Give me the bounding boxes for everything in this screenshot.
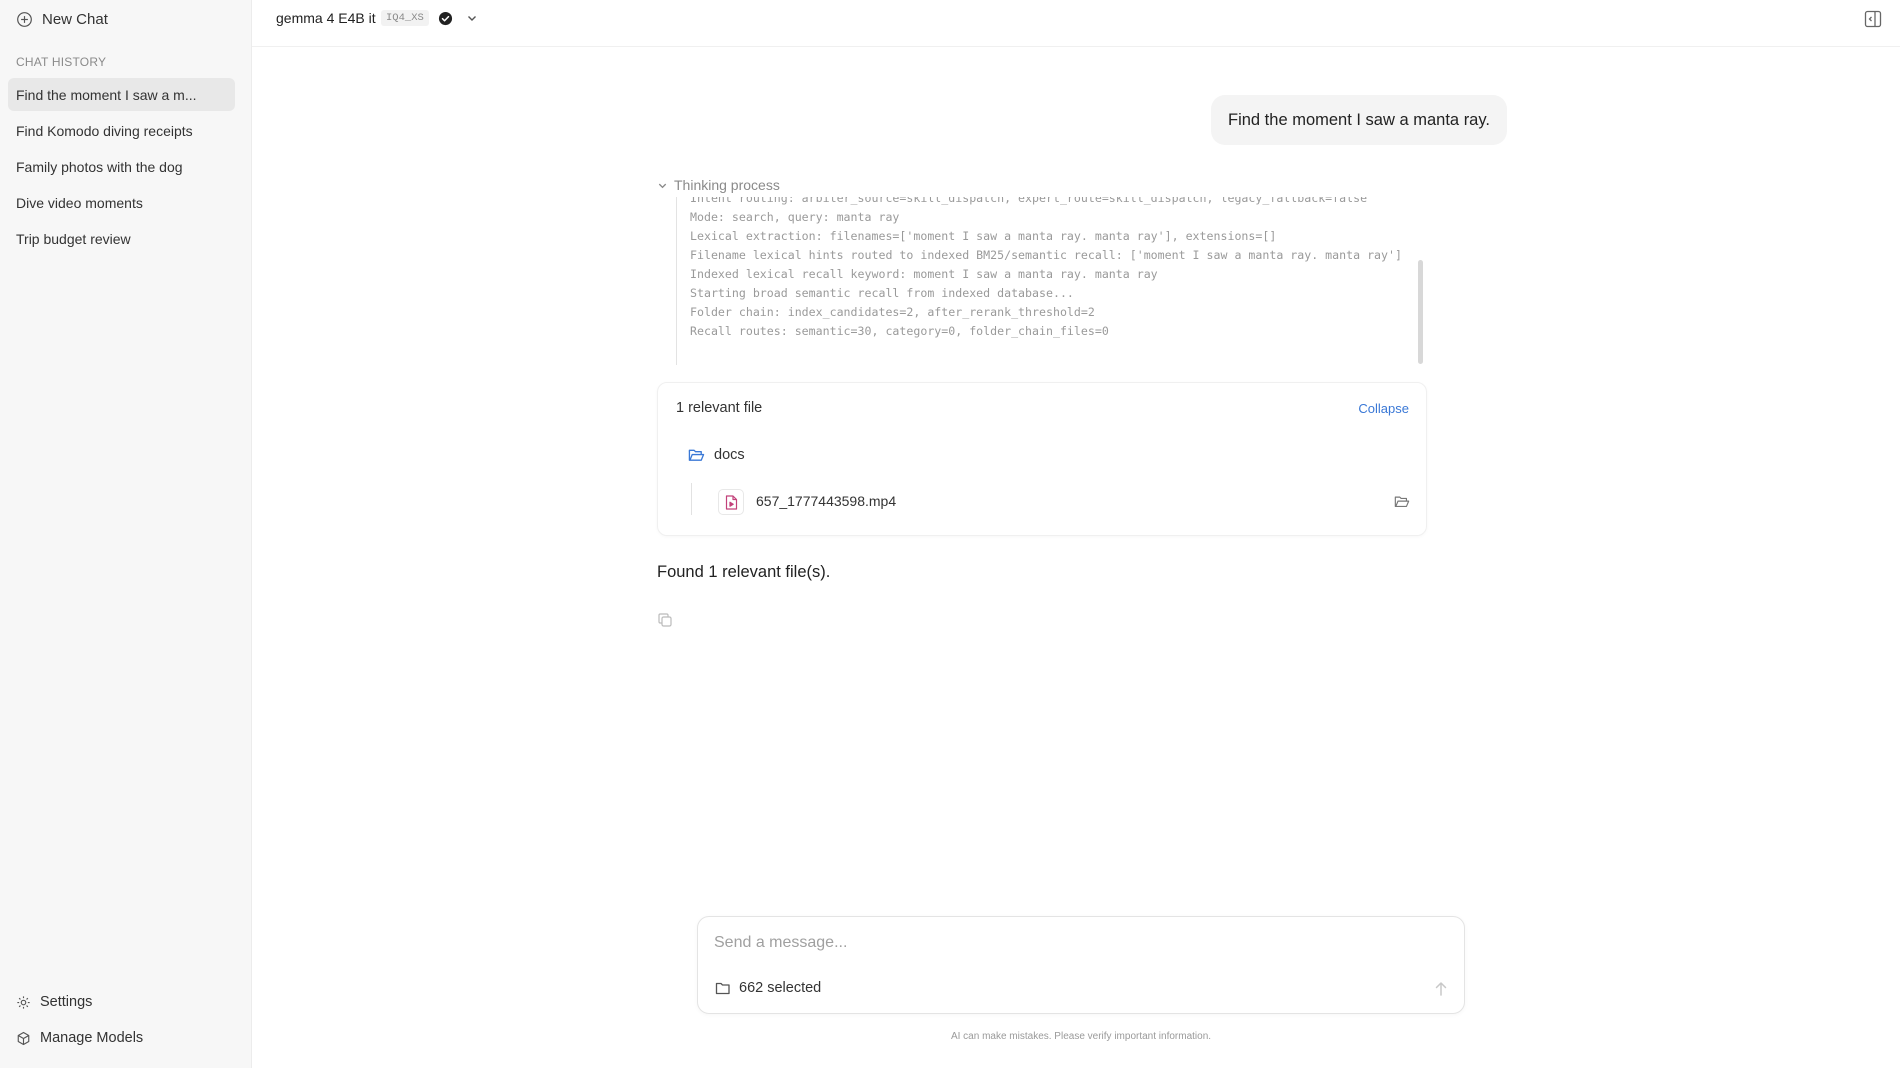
thinking-log-content: Intent routing: arbiter_source=skill_dis… [690, 197, 1410, 341]
sidebar-footer: Settings Manage Models [16, 991, 143, 1063]
chat-history-heading: CHAT HISTORY [16, 55, 107, 69]
chat-history-item-label: Find the moment I saw a m... [16, 86, 197, 103]
folder-item[interactable]: docs [688, 447, 745, 463]
thinking-log[interactable]: Intent routing: arbiter_source=skill_dis… [676, 197, 1424, 365]
chat-history-item-label: Dive video moments [16, 194, 143, 211]
tree-connector [691, 483, 692, 515]
log-line: Intent routing: arbiter_source=skill_dis… [690, 197, 1368, 205]
message-composer: 662 selected [697, 916, 1465, 1014]
log-line: Mode: search, query: manta ray [690, 210, 900, 224]
plus-circle-icon [17, 11, 32, 27]
cube-icon [17, 1031, 30, 1045]
chevron-down-icon[interactable] [466, 12, 478, 24]
send-arrow-icon[interactable] [1434, 981, 1448, 997]
folder-name: docs [714, 447, 745, 463]
copy-icon[interactable] [657, 612, 673, 628]
app-window: New Chat CHAT HISTORY Find the moment I … [0, 0, 1900, 1068]
thinking-log-scrollbar[interactable] [1418, 260, 1423, 364]
chevron-down-icon [658, 183, 667, 188]
file-item[interactable]: 657_1777443598.mp4 [718, 489, 1410, 515]
manage-models-button[interactable]: Manage Models [16, 1027, 143, 1049]
assistant-answer: Found 1 relevant file(s). [657, 563, 831, 581]
file-name: 657_1777443598.mp4 [756, 493, 897, 509]
model-quant-badge: IQ4_XS [381, 10, 429, 26]
collapse-button[interactable]: Collapse [1358, 401, 1409, 416]
chat-history-item[interactable]: Trip budget review [8, 222, 235, 255]
manage-models-label: Manage Models [40, 1030, 144, 1046]
log-line: Lexical extraction: filenames=['moment I… [690, 229, 1277, 243]
thinking-process-toggle[interactable]: Thinking process [657, 177, 780, 193]
chat-history-item-label: Family photos with the dog [16, 158, 183, 175]
verified-check-icon [438, 11, 453, 26]
sidebar-toggle-icon[interactable] [1864, 10, 1882, 28]
user-message-text: Find the moment I saw a manta ray. [1228, 110, 1490, 129]
log-line: Filename lexical hints routed to indexed… [690, 248, 1402, 262]
relevant-files-card: 1 relevant file Collapse docs 657_177744… [657, 382, 1427, 536]
log-line: Starting broad semantic recall from inde… [690, 286, 1074, 300]
sidebar: New Chat CHAT HISTORY Find the moment I … [0, 0, 252, 1068]
folder-scope-button[interactable]: 662 selected [715, 980, 821, 996]
log-line: Recall routes: semantic=30, category=0, … [690, 324, 1109, 338]
chat-history-item[interactable]: Find the moment I saw a m... [8, 78, 235, 111]
chat-history-item[interactable]: Family photos with the dog [8, 150, 235, 183]
log-line: Folder chain: index_candidates=2, after_… [690, 305, 1095, 319]
thinking-process-label: Thinking process [674, 177, 780, 193]
gear-icon [17, 995, 30, 1009]
log-line: Indexed lexical recall keyword: moment I… [690, 267, 1158, 281]
chat-history-item-label: Find Komodo diving receipts [16, 122, 193, 139]
new-chat-label: New Chat [42, 10, 108, 28]
disclaimer-text: AI can make mistakes. Please verify impo… [950, 1031, 1212, 1042]
message-input[interactable] [714, 931, 1414, 955]
chat-history-item[interactable]: Find Komodo diving receipts [8, 114, 235, 147]
chat-header: gemma 4 E4B it IQ4_XS [252, 0, 1900, 47]
open-in-folder-icon[interactable] [1394, 495, 1410, 509]
video-file-icon [718, 489, 744, 515]
settings-label: Settings [40, 994, 93, 1010]
folder-scope-label: 662 selected [739, 980, 822, 996]
chat-history-item-label: Trip budget review [16, 230, 131, 247]
relevant-files-title: 1 relevant file [676, 400, 763, 416]
settings-button[interactable]: Settings [16, 991, 143, 1013]
model-selector[interactable]: gemma 4 E4B it [276, 10, 376, 26]
chat-history-item[interactable]: Dive video moments [8, 186, 235, 219]
chat-history-list: Find the moment I saw a m... Find Komodo… [8, 78, 235, 258]
new-chat-button[interactable]: New Chat [16, 8, 108, 30]
folder-open-icon [688, 449, 705, 461]
user-message-bubble: Find the moment I saw a manta ray. [1211, 95, 1507, 145]
folder-icon [715, 982, 730, 995]
